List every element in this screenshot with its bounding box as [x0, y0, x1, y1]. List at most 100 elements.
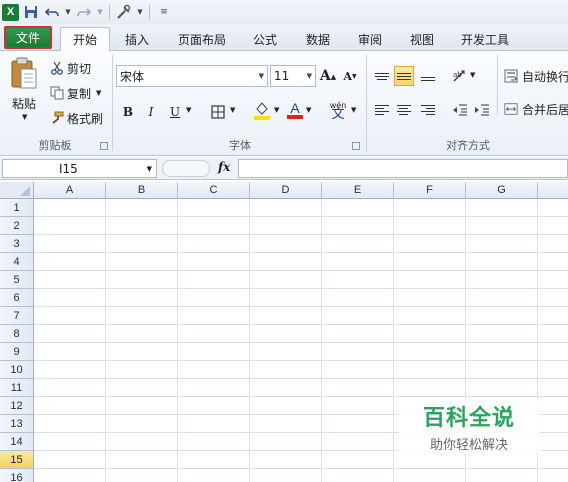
font-color-dropdown-icon[interactable]: ▼	[306, 106, 311, 114]
undo-dropdown-icon[interactable]: ▼	[64, 8, 72, 16]
row-header[interactable]: 11	[0, 379, 34, 397]
cut-button[interactable]: 剪切	[67, 60, 91, 77]
column-header-a[interactable]: A	[34, 182, 106, 199]
font-group-label: 字体	[229, 139, 251, 152]
formula-input[interactable]	[238, 159, 568, 178]
row-header[interactable]: 12	[0, 397, 34, 415]
row-header[interactable]: 8	[0, 325, 34, 343]
row-header[interactable]: 6	[0, 289, 34, 307]
borders-icon[interactable]	[208, 102, 228, 122]
phonetic-dropdown-icon[interactable]: ▼	[351, 106, 356, 114]
format-painter-icon	[50, 111, 64, 125]
row-header[interactable]: 10	[0, 361, 34, 379]
decrease-indent-icon[interactable]	[450, 100, 470, 120]
ribbon-home: 粘贴 ▼ 剪切 复制 ▼ 格式刷 剪贴板 宋体 ▼ 11 ▼ A ▲ A ▼ B I	[0, 51, 568, 156]
column-header-g[interactable]: G	[466, 182, 538, 199]
copy-dropdown-icon[interactable]: ▼	[96, 89, 101, 97]
column-header-d[interactable]: D	[250, 182, 322, 199]
tab-review[interactable]: 审阅	[348, 27, 392, 51]
tab-view[interactable]: 视图	[400, 27, 444, 51]
column-header-c[interactable]: C	[178, 182, 250, 199]
underline-dropdown-icon[interactable]: ▼	[186, 106, 191, 114]
fill-color-dropdown-icon[interactable]: ▼	[274, 106, 279, 114]
watermark-subtitle: 助你轻松解决	[429, 437, 508, 453]
align-bottom-icon[interactable]	[418, 66, 438, 86]
group-divider	[112, 55, 113, 151]
bold-button[interactable]: B	[118, 102, 138, 122]
save-icon[interactable]	[22, 3, 40, 21]
borders-dropdown-icon[interactable]: ▼	[230, 106, 235, 114]
align-left-icon[interactable]	[372, 100, 392, 120]
column-header-h[interactable]	[538, 182, 568, 199]
align-center-icon[interactable]	[394, 100, 414, 120]
tab-developer[interactable]: 开发工具	[452, 27, 518, 51]
tab-data[interactable]: 数据	[296, 27, 340, 51]
row-header[interactable]: 14	[0, 433, 34, 451]
row-header[interactable]: 3	[0, 235, 34, 253]
row-header[interactable]: 7	[0, 307, 34, 325]
row-header[interactable]: 13	[0, 415, 34, 433]
shrink-font-icon[interactable]: A ▼	[340, 66, 360, 86]
ribbon-tab-bar: 文件 开始 插入 页面布局 公式 数据 审阅 视图 开发工具	[0, 24, 568, 52]
clipboard-group-label: 剪贴板	[38, 139, 72, 152]
row-header[interactable]: 16	[0, 469, 34, 482]
font-name-select[interactable]: 宋体 ▼	[116, 65, 268, 87]
name-box[interactable]: I15 ▼	[2, 159, 157, 178]
grow-font-icon[interactable]: A ▲	[318, 66, 338, 86]
row-header[interactable]: 1	[0, 199, 34, 217]
copy-icon	[50, 86, 64, 100]
column-header-e[interactable]: E	[322, 182, 394, 199]
wrap-text-button[interactable]: 自动换行	[522, 68, 568, 85]
font-launcher-icon[interactable]	[352, 142, 360, 150]
formula-bar-splitter[interactable]	[162, 160, 210, 177]
column-header-f[interactable]: F	[394, 182, 466, 199]
underline-button[interactable]: U	[165, 102, 185, 122]
increase-indent-icon[interactable]	[472, 100, 492, 120]
italic-button[interactable]: I	[141, 102, 161, 122]
row-header[interactable]: 9	[0, 343, 34, 361]
row-header[interactable]: 2	[0, 217, 34, 235]
tools-dropdown-icon[interactable]: ▼	[136, 8, 144, 16]
paste-icon[interactable]	[9, 57, 39, 91]
chevron-down-icon: ▼	[146, 164, 152, 173]
select-all-button[interactable]	[0, 182, 34, 199]
fill-color-icon[interactable]	[252, 100, 272, 120]
clipboard-launcher-icon[interactable]	[100, 142, 108, 150]
align-middle-icon[interactable]	[394, 66, 414, 86]
redo-icon[interactable]	[75, 3, 93, 21]
row-header[interactable]: 5	[0, 271, 34, 289]
row-header-active[interactable]: 15	[0, 451, 34, 469]
insert-function-icon[interactable]: fx	[218, 160, 230, 174]
paste-button[interactable]: 粘贴	[12, 95, 36, 112]
tab-insert[interactable]: 插入	[114, 27, 160, 51]
merge-center-icon	[504, 102, 518, 116]
undo-icon[interactable]	[43, 3, 61, 21]
font-color-icon[interactable]: A	[285, 100, 305, 120]
align-top-icon[interactable]	[372, 66, 392, 86]
column-header-b[interactable]: B	[106, 182, 178, 199]
watermark: 百科全说 助你轻松解决	[398, 398, 540, 454]
svg-text:ab: ab	[453, 71, 462, 79]
tab-formulas[interactable]: 公式	[243, 27, 287, 51]
tab-page-layout[interactable]: 页面布局	[170, 27, 234, 51]
tab-file[interactable]: 文件	[4, 26, 52, 49]
font-size-select[interactable]: 11 ▼	[270, 65, 316, 87]
orientation-icon[interactable]: ab	[450, 66, 470, 86]
customize-icon[interactable]: ≡	[155, 3, 173, 21]
excel-logo-icon: X	[2, 3, 19, 21]
format-painter-button[interactable]: 格式刷	[67, 110, 103, 127]
qat-divider	[109, 5, 110, 19]
orientation-dropdown-icon[interactable]: ▼	[470, 71, 475, 79]
align-right-icon[interactable]	[418, 100, 438, 120]
watermark-title: 百科全说	[422, 405, 515, 431]
redo-dropdown-icon[interactable]: ▼	[96, 8, 104, 16]
tools-icon[interactable]	[115, 3, 133, 21]
font-name-value: 宋体	[120, 69, 145, 84]
merge-center-button[interactable]: 合并后居	[522, 101, 568, 118]
tab-home[interactable]: 开始	[60, 27, 110, 52]
paste-dropdown-icon[interactable]: ▼	[22, 113, 27, 121]
name-box-value: I15	[59, 161, 78, 176]
phonetic-guide-icon[interactable]: wén 文	[328, 100, 348, 121]
row-header[interactable]: 4	[0, 253, 34, 271]
copy-button[interactable]: 复制	[67, 85, 91, 102]
